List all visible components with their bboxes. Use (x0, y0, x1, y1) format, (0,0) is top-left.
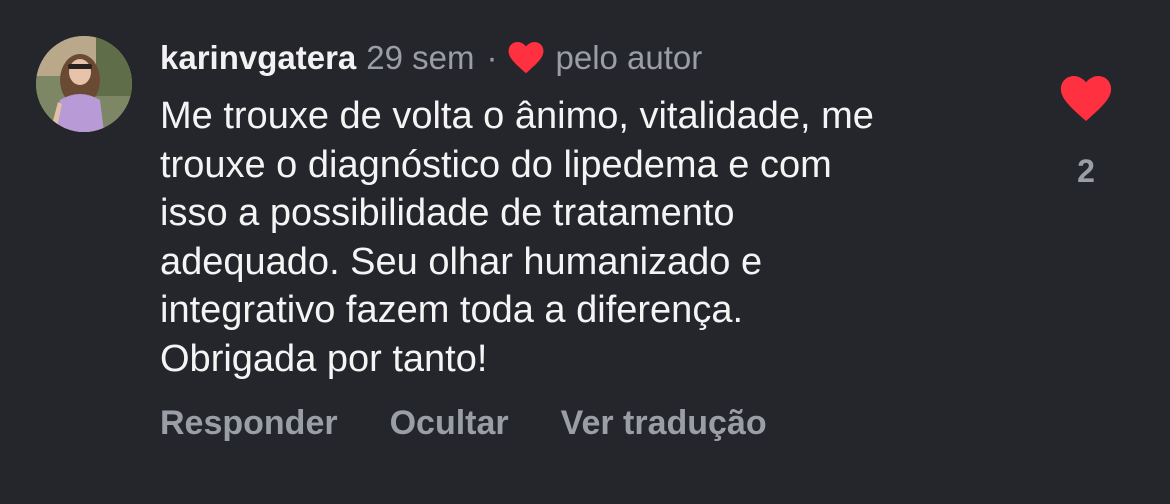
comment: karinvgatera 29 sem · pelo autor Me trou… (0, 0, 1170, 504)
hide-button[interactable]: Ocultar (390, 404, 509, 443)
separator: · (486, 39, 498, 76)
comment-text-line: integrativo fazem toda a diferença. (160, 289, 744, 331)
reply-button[interactable]: Responder (160, 404, 338, 443)
timestamp: 29 sem (366, 39, 475, 76)
comment-text-line: adequado. Seu olhar humanizado e (160, 240, 763, 283)
comment-text-line: Me trouxe de volta o ânimo, vitalidade, … (160, 95, 874, 137)
avatar-photo (36, 36, 132, 132)
comment-text: Me trouxe de volta o ânimo, vitalidade, … (160, 92, 1040, 383)
heart-icon (508, 42, 543, 74)
comment-header: karinvgatera 29 sem · pelo autor (160, 36, 702, 80)
like-area: 2 (1060, 76, 1112, 190)
comment-actions: Responder Ocultar Ver tradução (160, 404, 767, 443)
like-count[interactable]: 2 (1060, 153, 1112, 190)
liked-by-author-label: pelo autor (555, 39, 703, 76)
comment-text-line: trouxe o diagnóstico do lipedema e com (160, 143, 832, 186)
username[interactable]: karinvgatera (160, 39, 356, 77)
comment-text-line: Obrigada por tanto! (160, 337, 488, 380)
like-heart-icon[interactable] (1060, 76, 1112, 122)
avatar[interactable] (36, 36, 132, 132)
comment-text-line: isso a possibilidade de tratamento (160, 192, 735, 234)
translate-button[interactable]: Ver tradução (561, 404, 767, 443)
